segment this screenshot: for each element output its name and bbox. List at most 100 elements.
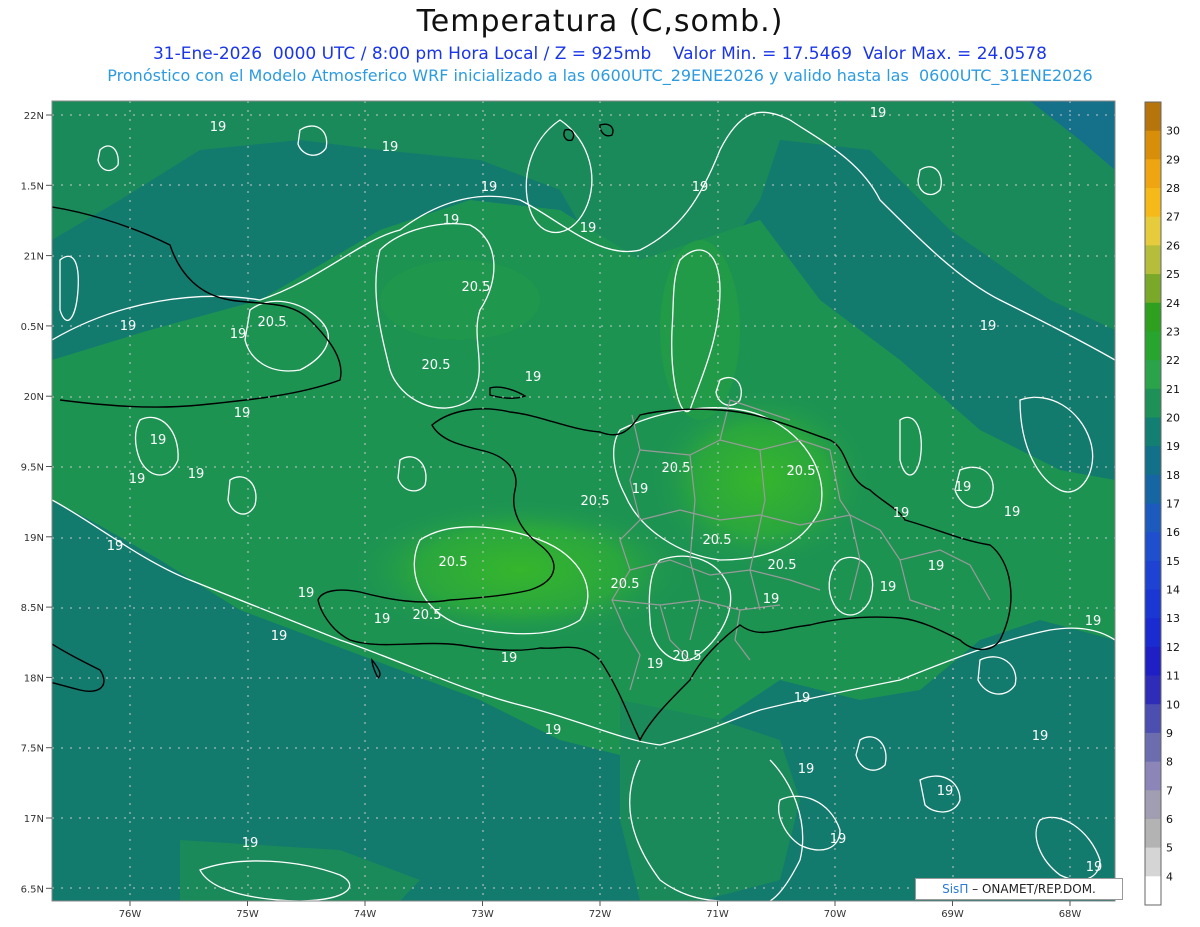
colorbar-label: 24 <box>1166 297 1180 310</box>
contour-label: 19 <box>242 836 259 851</box>
colorbar-swatch <box>1145 704 1161 734</box>
colorbar-swatch <box>1145 761 1161 791</box>
colorbar-label: 18 <box>1166 469 1180 482</box>
temperature-field: 19 19 19 19 19 19 19 19 20.5 20.5 19 19 20.5 19 19 19 19… <box>52 101 1115 901</box>
contour-label: 19 <box>928 559 945 574</box>
colorbar: 30 29 28 27 26 25 24 23 22 21 20 19 18 17 16 15 14 13 12 11… <box>1144 101 1180 906</box>
colorbar-swatch <box>1145 503 1161 533</box>
contour-label: 19 <box>230 327 247 342</box>
lat-label: 1.5N <box>21 181 44 192</box>
colorbar-swatch <box>1145 876 1161 906</box>
contour-label: 19 <box>647 657 664 672</box>
contour-label: 19 <box>545 723 562 738</box>
contour-label: 20.5 <box>703 533 732 548</box>
colorbar-swatch <box>1145 589 1161 619</box>
colorbar-swatch <box>1145 847 1161 877</box>
colorbar-swatch <box>1145 646 1161 677</box>
contour-label: 19 <box>271 629 288 644</box>
contour-label: 20.5 <box>258 315 287 330</box>
contour-label: 20.5 <box>787 464 816 479</box>
contour-label: 19 <box>830 832 847 847</box>
colorbar-swatch <box>1145 675 1161 705</box>
lat-label: 6.5N <box>21 884 44 895</box>
contour-label: 19 <box>580 221 597 236</box>
colorbar-label: 14 <box>1166 584 1180 597</box>
colorbar-label: 11 <box>1166 670 1180 683</box>
colorbar-swatch <box>1145 274 1161 304</box>
colorbar-label: 10 <box>1166 698 1180 711</box>
contour-label: 19 <box>1032 729 1049 744</box>
forecast-map: 19 19 19 19 19 19 19 19 20.5 20.5 19 19 20.5 19 19 19 19… <box>21 100 1180 920</box>
colorbar-label: 26 <box>1166 239 1180 252</box>
colorbar-swatch <box>1145 188 1161 218</box>
contour-label: 20.5 <box>413 608 442 623</box>
colorbar-label: 12 <box>1166 641 1180 654</box>
colorbar-swatch <box>1145 818 1161 849</box>
colorbar-label: 25 <box>1166 268 1180 281</box>
contour-label: 20.5 <box>768 558 797 573</box>
colorbar-swatch <box>1145 446 1161 476</box>
lon-label: 68W <box>1059 909 1082 920</box>
colorbar-swatch <box>1145 474 1161 504</box>
colorbar-label: 16 <box>1166 526 1180 539</box>
contour-label: 19 <box>129 472 146 487</box>
contour-label: 19 <box>1085 614 1102 629</box>
colorbar-swatch <box>1145 216 1161 246</box>
colorbar-swatch <box>1145 790 1161 820</box>
contour-label: 20.5 <box>581 494 610 509</box>
contour-label: 19 <box>1004 505 1021 520</box>
contour-label: 19 <box>880 580 897 595</box>
contour-label: 19 <box>298 586 315 601</box>
colorbar-swatch <box>1145 532 1161 562</box>
credit-brand: SisΠ <box>942 882 969 896</box>
contour-label: 19 <box>120 319 137 334</box>
colorbar-swatch <box>1145 417 1161 447</box>
contour-label: 19 <box>443 213 460 228</box>
contour-label: 19 <box>150 433 167 448</box>
lat-label: 9.5N <box>21 463 44 474</box>
contour-label: 20.5 <box>462 280 491 295</box>
contour-label: 19 <box>893 506 910 521</box>
colorbar-label: 20 <box>1166 411 1180 424</box>
colorbar-swatch <box>1145 102 1161 132</box>
colorbar-swatch <box>1145 159 1161 189</box>
colorbar-label: 13 <box>1166 612 1180 625</box>
colorbar-swatch <box>1145 618 1161 648</box>
colorbar-label: 6 <box>1166 813 1173 826</box>
contour-label: 19 <box>632 482 649 497</box>
contour-label: 19 <box>481 180 498 195</box>
lat-label: 21N <box>24 252 44 263</box>
colorbar-label: 29 <box>1166 153 1180 166</box>
lat-label: 19N <box>24 533 44 544</box>
lon-label: 70W <box>824 909 847 920</box>
contour-label: 19 <box>382 140 399 155</box>
colorbar-label: 30 <box>1166 125 1180 138</box>
contour-label: 19 <box>234 406 251 421</box>
colorbar-label: 15 <box>1166 555 1180 568</box>
lon-label: 76W <box>119 909 142 920</box>
contour-label: 19 <box>955 480 972 495</box>
colorbar-label: 27 <box>1166 211 1180 224</box>
latitude-axis: 22N 1.5N 21N 0.5N 20N 9.5N 19N 8.5N 18N 7.5N 17N 6.… <box>21 111 52 895</box>
colorbar-label: 28 <box>1166 182 1180 195</box>
lon-label: 69W <box>941 909 964 920</box>
colorbar-label: 7 <box>1166 784 1173 797</box>
contour-label: 20.5 <box>662 461 691 476</box>
lat-label: 20N <box>24 392 44 403</box>
colorbar-swatch <box>1145 302 1161 332</box>
contour-label: 20.5 <box>439 555 468 570</box>
longitude-axis: 76W 75W 74W 73W 72W 71W 70W 69W 68W <box>119 901 1082 920</box>
contour-label: 19 <box>798 762 815 777</box>
colorbar-swatch <box>1145 560 1161 591</box>
lat-label: 17N <box>24 814 44 825</box>
colorbar-label: 21 <box>1166 383 1180 396</box>
colorbar-label: 8 <box>1166 756 1173 769</box>
contour-label: 19 <box>692 180 709 195</box>
colorbar-label: 17 <box>1166 498 1180 511</box>
colorbar-label: 9 <box>1166 727 1173 740</box>
lon-label: 72W <box>589 909 612 920</box>
colorbar-swatch <box>1145 331 1161 361</box>
warm-patch-nw <box>380 260 540 340</box>
colorbar-swatch <box>1145 388 1161 418</box>
colorbar-label: 19 <box>1166 440 1180 453</box>
